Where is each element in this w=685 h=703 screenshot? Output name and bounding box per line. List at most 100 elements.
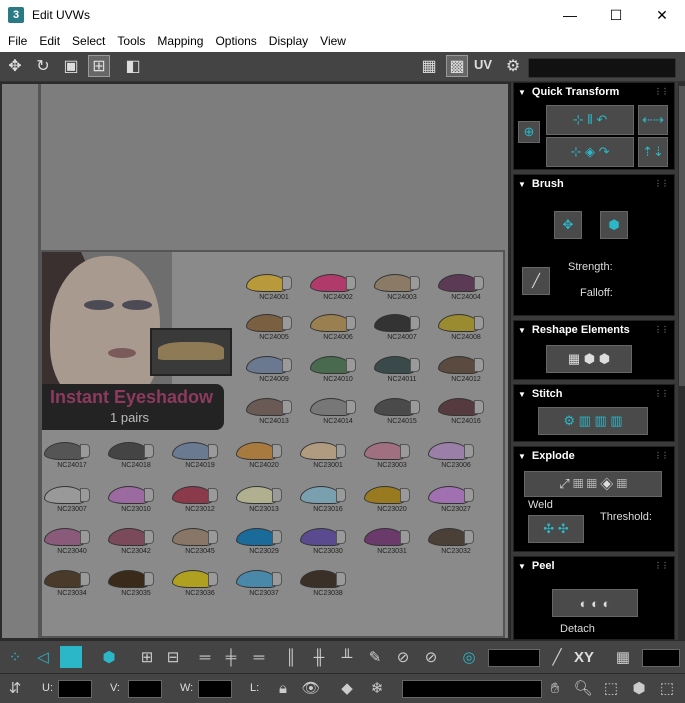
paint-shrink-icon[interactable]: ⊘ (420, 646, 442, 668)
freeze-icon[interactable]: ❄ (366, 677, 388, 699)
explode-header[interactable]: ▼ Explode ⋮⋮ (514, 447, 674, 465)
brush-header[interactable]: ▼ Brush ⋮⋮ (514, 175, 674, 193)
swatch-code: NC23040 (57, 548, 87, 555)
face (50, 256, 160, 392)
menu-view[interactable]: View (314, 34, 352, 48)
swatch-code: NC24009 (259, 376, 289, 383)
soft-select-field[interactable] (488, 649, 540, 667)
swatch-tail (272, 488, 282, 502)
zoom-selected-icon[interactable]: ⬚ (656, 677, 678, 699)
move-icon[interactable]: ✥ (4, 55, 26, 77)
uv-label[interactable]: UV (474, 57, 492, 72)
zoom-extents-icon[interactable]: ⬢ (628, 677, 650, 699)
checker-icon[interactable]: ▦ (418, 55, 440, 77)
selection-info-field[interactable] (402, 680, 542, 698)
quick-transform-header[interactable]: ▼ Quick Transform ⋮⋮ (514, 83, 674, 101)
zoom-region-icon[interactable]: ⬚ (600, 677, 622, 699)
u-label: U: (42, 682, 53, 694)
hide-icon[interactable]: ◆ (336, 677, 358, 699)
xy-toggle[interactable]: XY (574, 649, 594, 666)
scale-icon[interactable]: ▣ (60, 55, 82, 77)
freeform-icon[interactable]: ⊞ (88, 55, 110, 77)
loop-icon[interactable]: ═ (194, 646, 216, 668)
pan-icon[interactable]: ✋︎ (544, 677, 566, 699)
menu-tools[interactable]: Tools (111, 34, 151, 48)
swatch-code: NC23010 (121, 506, 151, 513)
menu-options[interactable]: Options (209, 34, 262, 48)
reshape-header[interactable]: ▼ Reshape Elements ⋮⋮ (514, 321, 674, 339)
ring-shrink-icon[interactable]: ╨ (336, 646, 358, 668)
panel-scrollbar[interactable] (678, 82, 685, 640)
swatch-code: NC24014 (323, 418, 353, 425)
menu-select[interactable]: Select (66, 34, 111, 48)
space-vertical-button[interactable]: ⇡⇣ (638, 137, 668, 167)
grid-field[interactable] (642, 649, 680, 667)
brush-falloff-button[interactable]: ╱ (522, 267, 550, 295)
stitch-header[interactable]: ▼ Stitch ⋮⋮ (514, 385, 674, 403)
swatch-tail (400, 530, 410, 544)
ring-icon[interactable]: ║ (280, 646, 302, 668)
u-field[interactable] (58, 680, 92, 698)
mirror-icon[interactable]: ◧ (122, 55, 144, 77)
menu-mapping[interactable]: Mapping (151, 34, 209, 48)
uv-viewport[interactable]: Instant Eyeshadow 1 pairs NC24001 NC24002… (0, 82, 510, 640)
rotate-icon[interactable]: ↻ (32, 55, 54, 77)
transform-type-icon[interactable]: ⇵ (4, 677, 26, 699)
lips (108, 348, 136, 358)
align-buttons-top[interactable]: ⊹ ⫴ ↶ (546, 105, 634, 135)
soft-select-icon[interactable]: ◎ (458, 646, 480, 668)
loop-shrink-icon[interactable]: ═ (248, 646, 270, 668)
ring-grow-icon[interactable]: ╫ (308, 646, 330, 668)
swatch-code: NC23006 (441, 462, 471, 469)
swatch-tail (80, 488, 90, 502)
swatch-tail (346, 358, 356, 372)
line-icon[interactable]: ╱ (546, 646, 568, 668)
explode-buttons[interactable]: ⤢ ▦ ▦ ◈ ▦ (524, 471, 662, 497)
swatch-tail (272, 572, 282, 586)
paint-select-icon[interactable]: ✎ (364, 646, 386, 668)
relax-brush-button[interactable]: ⬢ (600, 211, 628, 239)
scrollbar-thumb[interactable] (679, 86, 685, 386)
space-horizontal-button[interactable]: ⇠⇢ (638, 105, 668, 135)
swatch-code: NC23012 (185, 506, 215, 513)
face-select-icon[interactable] (60, 646, 82, 668)
weld-buttons[interactable]: ✣ ✣ (528, 515, 584, 543)
texture-dropdown[interactable] (528, 58, 676, 78)
w-field[interactable] (198, 680, 232, 698)
grow-select-icon[interactable]: ⊞ (136, 646, 158, 668)
align-buttons-bottom[interactable]: ⊹ ◈ ↷ (546, 137, 634, 167)
vertex-select-icon[interactable]: ⁘ (4, 646, 26, 668)
settings-icon[interactable]: ⚙ (502, 55, 524, 77)
menu-file[interactable]: File (2, 34, 33, 48)
swatch-tail (272, 444, 282, 458)
element-select-icon[interactable]: ⬢ (98, 646, 120, 668)
visibility-icon[interactable]: 👁︎ (300, 677, 322, 699)
lock-icon[interactable]: 🔒︎ (272, 677, 294, 699)
v-field[interactable] (128, 680, 162, 698)
menu-edit[interactable]: Edit (33, 34, 66, 48)
stitch-buttons[interactable]: ⚙ ▥ ▥ ▥ (538, 407, 648, 435)
peel-buttons[interactable]: ◐ ◐ ◐ (552, 589, 638, 617)
texture-icon[interactable]: ▩ (446, 55, 468, 77)
loop-grow-icon[interactable]: ╪ (220, 646, 242, 668)
swatch-tail (464, 488, 474, 502)
threshold-label: Threshold: (600, 511, 652, 523)
minimize-button[interactable]: — (547, 0, 593, 30)
swatch-code: NC23027 (441, 506, 471, 513)
edge-select-icon[interactable]: ◁ (32, 646, 54, 668)
maximize-button[interactable]: ☐ (593, 0, 639, 30)
swatch-code: NC24018 (121, 462, 151, 469)
reshape-buttons[interactable]: ▦ ⬢ ⬢ (546, 345, 632, 373)
close-button[interactable]: ✕ (639, 0, 685, 30)
align-pivot-button[interactable]: ⊕ (518, 121, 540, 143)
brush-title: Brush (531, 178, 564, 190)
peel-header[interactable]: ▼ Peel ⋮⋮ (514, 557, 674, 575)
menu-display[interactable]: Display (263, 34, 314, 48)
grid-snap-icon[interactable]: ▦ (612, 646, 634, 668)
paint-move-button[interactable]: ✥ (554, 211, 582, 239)
shrink-select-icon[interactable]: ⊟ (162, 646, 184, 668)
swatch-code: NC24017 (57, 462, 87, 469)
paint-grow-icon[interactable]: ⊘ (392, 646, 414, 668)
zoom-icon[interactable]: 🔍︎ (572, 677, 594, 699)
swatch-code: NC24005 (259, 334, 289, 341)
